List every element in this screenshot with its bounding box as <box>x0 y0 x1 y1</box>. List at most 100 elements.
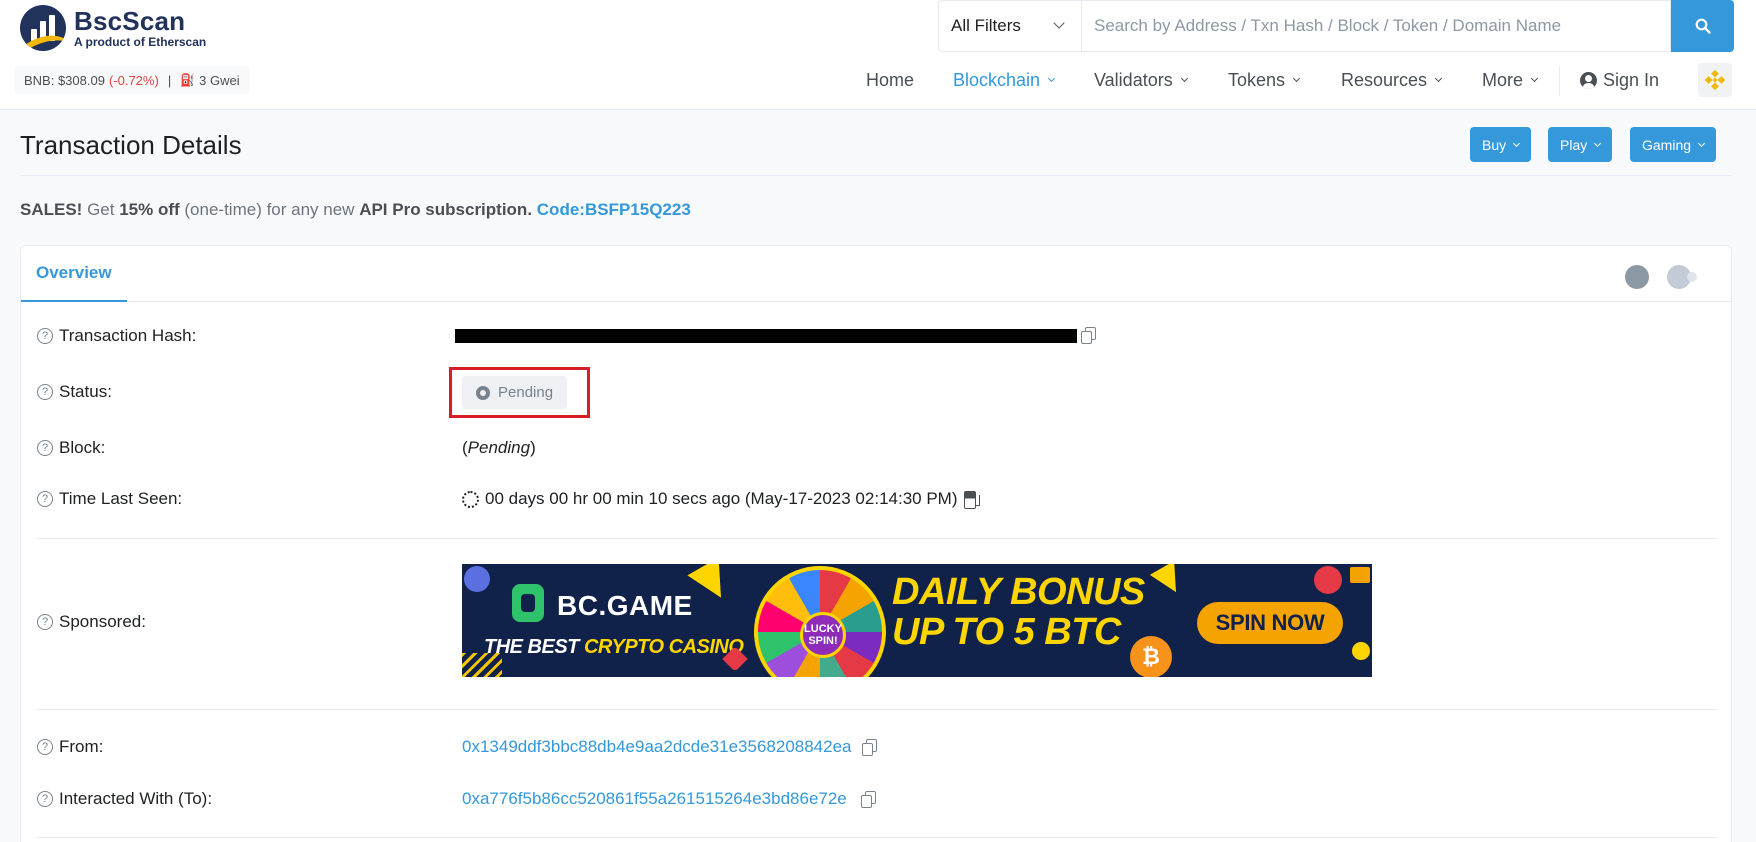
gaming-button[interactable]: Gaming <box>1630 127 1717 162</box>
time-value: 00 days 00 hr 00 min 10 secs ago (May-17… <box>485 489 958 508</box>
ad-headline-line-1: DAILY BONUS <box>892 571 1145 613</box>
nav-tokens-label: Tokens <box>1228 69 1286 90</box>
question-circle-icon[interactable]: ? <box>37 614 53 630</box>
from-label: From: <box>59 737 104 756</box>
question-circle-icon[interactable]: ? <box>37 384 53 400</box>
ad-tagline-highlight: CRYPTO CASINO <box>583 636 744 658</box>
price-separator: | <box>167 72 172 88</box>
ad-headline: DAILY BONUS UP TO 5 BTC <box>892 572 1145 652</box>
ad-cta: SPIN NOW <box>1197 602 1343 644</box>
status-label: Status: <box>59 382 112 401</box>
chevron-down-icon <box>1053 17 1065 29</box>
promo-code-link[interactable]: Code:BSFP15Q223 <box>537 200 691 219</box>
time-row-label: ? Time Last Seen: <box>37 489 182 509</box>
ad-tagline-prefix: THE BEST <box>484 636 584 658</box>
tab-overview[interactable]: Overview <box>21 246 127 302</box>
bnb-price-bar: BNB: $308.09 (-0.72%) | ⛽ 3 Gwei <box>14 66 250 94</box>
search-input[interactable] <box>1081 0 1671 52</box>
spinner-icon <box>462 490 479 508</box>
to-value-row: 0xa776f5b86cc520861f55a261515264e3bd86e7… <box>462 789 876 809</box>
user-circle-icon <box>1580 71 1597 89</box>
copy-icon[interactable] <box>860 791 876 808</box>
chevron-down-icon <box>1697 139 1706 147</box>
from-row-label: ? From: <box>37 737 103 757</box>
lightning-icon <box>1149 564 1189 600</box>
question-circle-icon[interactable]: ? <box>37 328 53 344</box>
buy-button-label: Buy <box>1482 136 1507 153</box>
sign-in-label: Sign In <box>1603 69 1660 90</box>
nav-more[interactable]: More <box>1482 68 1539 92</box>
ad-corner-icon <box>1350 567 1370 583</box>
block-paren-close: ) <box>530 438 536 457</box>
to-address-link[interactable]: 0xa776f5b86cc520861f55a261515264e3bd86e7… <box>462 789 847 809</box>
from-address-link[interactable]: 0x1349ddf3bbc88db4e9aa2dcde31e3568208842… <box>462 737 852 757</box>
sponsored-ad-banner[interactable]: BC.GAME THE BEST CRYPTO CASINO LUCKY SPI… <box>462 564 1372 677</box>
nav-resources-label: Resources <box>1341 69 1428 90</box>
chevron-down-icon <box>1293 74 1301 82</box>
ad-wheel-hub: LUCKY SPIN! <box>800 612 846 658</box>
promo-middle: (one-time) for any new <box>179 200 360 219</box>
block-pending-text: Pending <box>467 438 531 457</box>
block-value: (Pending) <box>462 438 536 458</box>
section-divider <box>37 538 1717 539</box>
question-circle-icon[interactable]: ? <box>37 491 53 507</box>
chevron-down-icon <box>1594 139 1602 147</box>
time-label: Time Last Seen: <box>59 489 183 508</box>
bnb-price-change: (-0.72%) <box>108 72 159 88</box>
nav-validators-label: Validators <box>1094 69 1173 90</box>
bnb-price[interactable]: BNB: $308.09 <box>24 73 105 88</box>
time-value-row: 00 days 00 hr 00 min 10 secs ago (May-17… <box>462 489 980 509</box>
search-filter-select[interactable]: All Filters <box>938 0 1081 52</box>
to-row-label: ? Interacted With (To): <box>37 789 212 809</box>
title-divider <box>20 175 1732 176</box>
sign-in-link[interactable]: Sign In <box>1580 68 1659 92</box>
sponsored-label: Sponsored: <box>59 612 146 631</box>
more-options-icon[interactable] <box>1625 265 1649 289</box>
promo-get: Get <box>82 200 120 219</box>
redacted-transaction-hash <box>455 329 1077 343</box>
nav-tokens[interactable]: Tokens <box>1228 68 1301 92</box>
nav-more-label: More <box>1482 69 1524 90</box>
question-circle-icon[interactable]: ? <box>37 739 53 755</box>
transaction-card: Overview ? Transaction Hash: ? Status: P… <box>20 245 1732 842</box>
promo-sales: SALES! <box>20 200 83 219</box>
section-divider <box>37 709 1717 710</box>
sponsored-row-label: ? Sponsored: <box>37 612 146 632</box>
status-highlight-box <box>449 367 590 418</box>
buy-button[interactable]: Buy <box>1470 127 1532 162</box>
question-circle-icon[interactable]: ? <box>37 440 53 456</box>
play-button[interactable]: Play <box>1548 127 1613 162</box>
chevron-down-icon <box>1435 74 1443 82</box>
nav-validators[interactable]: Validators <box>1094 68 1188 92</box>
bitcoin-icon: ₿ <box>1130 636 1172 677</box>
chevron-down-icon <box>1180 74 1188 82</box>
copy-icon[interactable] <box>1081 327 1096 344</box>
bscscan-logo[interactable]: BscScan A product of Etherscan <box>20 5 206 51</box>
promo-product: API Pro subscription. <box>359 200 533 219</box>
nav-blockchain-label: Blockchain <box>953 69 1041 90</box>
copy-icon[interactable] <box>861 739 877 756</box>
nav-resources[interactable]: Resources <box>1341 68 1443 92</box>
status-row-label: ? Status: <box>37 382 112 402</box>
gas-price[interactable]: 3 Gwei <box>199 73 239 88</box>
search-button[interactable] <box>1671 0 1734 52</box>
nav-divider <box>1559 66 1560 96</box>
ad-tagline: THE BEST CRYPTO CASINO <box>484 636 744 659</box>
site-header: BscScan A product of Etherscan BNB: $308… <box>0 0 1756 110</box>
card-tabs: Overview <box>21 246 1731 302</box>
lightning-icon <box>687 564 737 607</box>
chevron-down-icon <box>1513 139 1521 147</box>
play-button-label: Play <box>1560 136 1588 153</box>
bscscan-logo-icon <box>20 5 66 51</box>
toggle-knob-icon <box>1687 272 1697 282</box>
gas-pump-icon[interactable] <box>963 490 980 509</box>
chevron-down-icon <box>1530 74 1539 82</box>
bnb-chain-button[interactable] <box>1698 63 1732 97</box>
bc-game-logo-icon <box>512 584 544 622</box>
clover-icon <box>1352 642 1370 660</box>
nav-home[interactable]: Home <box>866 68 914 92</box>
section-divider <box>37 837 1717 838</box>
question-circle-icon[interactable]: ? <box>37 791 53 807</box>
block-row-label: ? Block: <box>37 438 105 458</box>
nav-blockchain[interactable]: Blockchain <box>953 68 1056 92</box>
